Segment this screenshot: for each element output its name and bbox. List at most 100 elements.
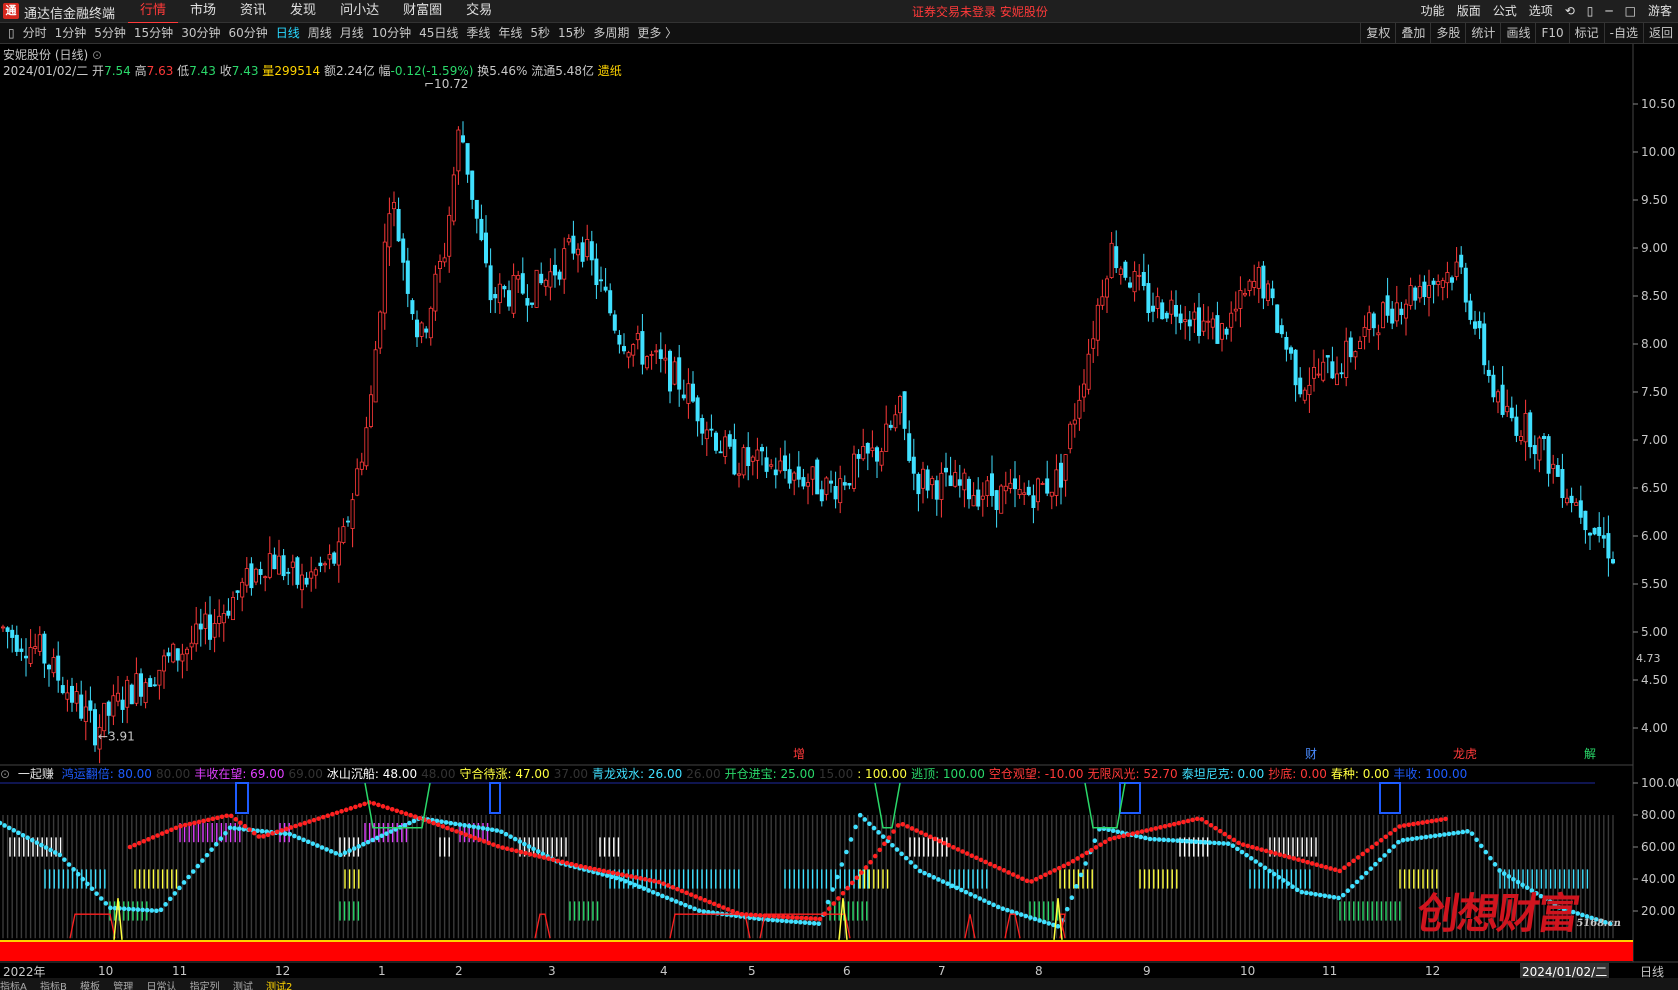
- red-dot: [555, 858, 561, 864]
- peak-marker: [489, 782, 501, 814]
- event-marker[interactable]: 解: [1584, 747, 1596, 761]
- candle-body: [796, 466, 801, 480]
- cyan-dot: [1405, 837, 1410, 842]
- candle-body: [382, 241, 387, 314]
- red-dot: [1052, 868, 1057, 873]
- candle-body: [1381, 302, 1386, 329]
- candle-body: [783, 455, 788, 471]
- candle-body: [530, 302, 535, 305]
- candle-body: [368, 394, 373, 427]
- cyan-dot: [1189, 839, 1194, 844]
- candle-body: [1072, 419, 1077, 425]
- event-marker[interactable]: 龙虎: [1453, 747, 1477, 761]
- candle-body: [447, 214, 452, 257]
- red-dot: [228, 813, 234, 819]
- red-dot: [1438, 817, 1444, 822]
- cyan-dot: [489, 827, 495, 833]
- candle-body: [194, 623, 199, 645]
- red-dot: [937, 838, 942, 844]
- red-dot: [836, 896, 841, 901]
- candle-body: [566, 238, 571, 243]
- candle-body: [856, 454, 861, 459]
- cyan-dot: [200, 858, 205, 863]
- price-tick-label: 7.00: [1641, 433, 1668, 447]
- candle-body: [1128, 282, 1133, 288]
- candle-body: [773, 469, 778, 476]
- candle-body: [921, 468, 926, 489]
- cyan-dot: [1377, 857, 1383, 863]
- candle-body: [1146, 283, 1151, 313]
- red-dot: [688, 892, 694, 897]
- candle-body: [304, 577, 309, 585]
- cyan-dot: [1506, 874, 1512, 879]
- red-dot: [233, 817, 239, 822]
- cyan-dot: [834, 874, 840, 880]
- cyan-dot: [39, 842, 44, 848]
- candle-body: [1312, 367, 1317, 379]
- month-label: 8: [1035, 964, 1043, 978]
- cyan-dot: [1184, 838, 1190, 844]
- candle-body: [1519, 436, 1524, 441]
- candle-body: [543, 279, 548, 287]
- candle-body: [930, 478, 935, 486]
- red-dot: [1291, 856, 1297, 861]
- candle-body: [493, 294, 498, 299]
- cyan-dot: [149, 908, 155, 913]
- red-dot: [1424, 819, 1430, 825]
- bottom-tab-0[interactable]: 指标A: [0, 982, 27, 990]
- kline-chart[interactable]: 10.50 10.00 9.50 9.00 8.50 8.00 7.50 7.00 6.50 6.…: [0, 0, 1678, 990]
- candle-body: [1509, 407, 1514, 419]
- candle-body: [281, 555, 286, 577]
- red-dot: [394, 808, 400, 814]
- red-dot: [974, 855, 979, 861]
- candle-body: [378, 311, 383, 349]
- candle-body: [635, 332, 640, 341]
- cyan-dot: [839, 862, 845, 867]
- candle-body: [985, 480, 990, 496]
- cyan-dot: [1327, 894, 1332, 899]
- cyan-dot: [1083, 861, 1088, 866]
- candle-body: [1583, 510, 1588, 531]
- candle-body: [120, 699, 125, 710]
- bottom-tab-4[interactable]: 日常认: [146, 982, 176, 990]
- date-axis: 2022年 10 11 12 1 2 3 4 5 6 7 8 9 10 11 12 2024/01/02/二…: [0, 962, 1678, 980]
- bottom-tab-3[interactable]: 管理: [113, 982, 133, 990]
- cyan-dot: [457, 822, 463, 827]
- red-dot: [854, 875, 860, 881]
- candle-body: [1013, 478, 1018, 490]
- candle-body: [295, 557, 300, 585]
- bottom-tab-1[interactable]: 指标B: [40, 982, 67, 990]
- bottom-tab-2[interactable]: 模板: [80, 982, 100, 990]
- bottom-tab-6[interactable]: 测试: [233, 982, 253, 990]
- bottom-tab-5[interactable]: 指定列: [190, 982, 220, 990]
- indicator-item: 泰坦尼克: 0.00: [1181, 767, 1265, 781]
- indicator-item: 守合待涨: 47.00: [459, 767, 550, 781]
- candle-body: [1348, 337, 1353, 358]
- candle-body: [396, 208, 401, 242]
- indicator-name[interactable]: 一起赚: [18, 767, 54, 781]
- bottom-tab-7[interactable]: 测试2: [266, 982, 292, 990]
- event-marker[interactable]: 增: [793, 747, 805, 761]
- red-dot: [1001, 868, 1007, 873]
- red-dot: [302, 820, 308, 826]
- cyan-dot: [632, 882, 638, 888]
- candle-body: [1302, 389, 1307, 401]
- cyan-dot: [991, 902, 996, 908]
- cyan-dot: [1437, 832, 1443, 838]
- candle-body: [842, 482, 847, 486]
- red-dot: [1038, 874, 1044, 880]
- candlestick-series: [0, 121, 1616, 764]
- event-marker[interactable]: 财: [1305, 747, 1317, 761]
- red-dot: [1374, 841, 1379, 846]
- candle-body: [879, 451, 884, 466]
- cyan-dot: [20, 832, 26, 838]
- red-dot: [1268, 849, 1274, 855]
- cyan-dot: [811, 921, 817, 926]
- indicator-toggle-icon[interactable]: ⊙: [0, 767, 10, 781]
- red-dot: [210, 816, 216, 822]
- candle-body: [456, 129, 461, 172]
- cyan-dot: [476, 825, 481, 830]
- candle-body: [1565, 497, 1570, 504]
- red-dot: [757, 913, 763, 918]
- red-dot: [1093, 845, 1099, 850]
